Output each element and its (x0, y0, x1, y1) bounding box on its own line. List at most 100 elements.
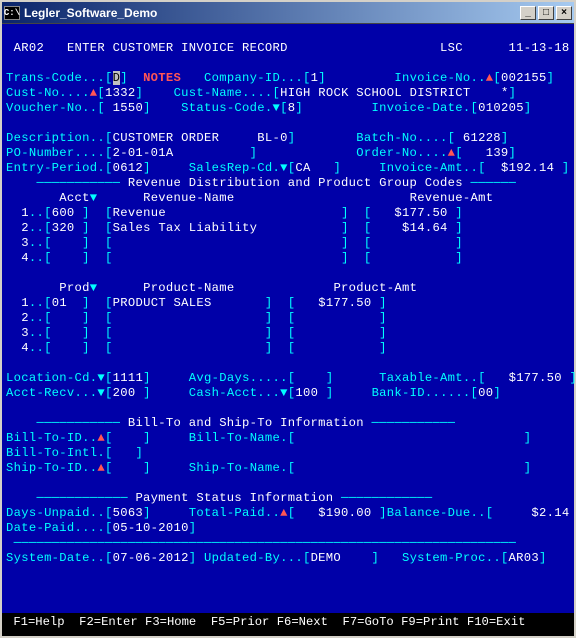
days-unpaid-label: Days-Unpaid..[ (6, 506, 113, 520)
prod-field[interactable] (52, 326, 82, 340)
fkey-f3[interactable]: F3=Home (145, 615, 196, 629)
billship-section-title: Bill-To and Ship-To Information (128, 416, 364, 430)
system-proc-label: System-Proc..[ (402, 551, 509, 565)
acct-field[interactable] (52, 236, 82, 250)
row-num: 3 (21, 326, 29, 340)
minimize-button[interactable]: _ (520, 6, 536, 20)
bill-to-id-field[interactable] (113, 431, 143, 445)
terminal-screen[interactable]: AR02 ENTER CUSTOMER INVOICE RECORD LSC 1… (2, 24, 574, 613)
prod-amt-field (295, 326, 379, 340)
batch-no-field[interactable]: 61228 (455, 131, 501, 145)
total-paid-label: Total-Paid.. (189, 506, 280, 520)
fkey-f5[interactable]: F5=Prior (211, 615, 270, 629)
rev-amt-field: $14.64 (372, 221, 456, 235)
cash-acct-field[interactable]: 100 (295, 386, 325, 400)
col-prod-name: Product-Name (143, 281, 234, 295)
company-label: Company-ID...[ (204, 71, 311, 85)
bank-id-field[interactable]: 00 (478, 386, 493, 400)
invoice-no-label: Invoice-No.. (394, 71, 485, 85)
up-icon: ▲ (97, 431, 105, 445)
col-rev-amt: Revenue-Amt (410, 191, 494, 205)
ship-to-name-field (295, 461, 523, 475)
taxable-amt-label: Taxable-Amt..[ (379, 371, 486, 385)
bill-to-name-label: Bill-To-Name.[ (189, 431, 296, 445)
po-number-field[interactable]: 2-01-01A (113, 146, 250, 160)
ship-to-name-label: Ship-To-Name.[ (189, 461, 296, 475)
ship-to-id-field[interactable] (113, 461, 143, 475)
fkey-f7[interactable]: F7=GoTo (343, 615, 394, 629)
col-prod: Prod (59, 281, 89, 295)
notes-label: NOTES (143, 71, 181, 85)
close-button[interactable]: × (556, 6, 572, 20)
prod-field[interactable] (52, 341, 82, 355)
up-icon: ▲ (280, 506, 288, 520)
system-date-field: 07-06-2012 (113, 551, 189, 565)
salesrep-label: SalesRep-Cd. (189, 161, 280, 175)
cust-no-field[interactable]: 1332 (105, 86, 135, 100)
order-no-field[interactable]: 139 (463, 146, 509, 160)
fkey-f9[interactable]: F9=Print (401, 615, 460, 629)
titlebar: C:\ Legler_Software_Demo _ □ × (2, 2, 574, 24)
entry-period-field[interactable]: 0612 (113, 161, 143, 175)
fkey-f6[interactable]: F6=Next (277, 615, 328, 629)
acct-recv-field[interactable]: 200 (113, 386, 143, 400)
fkey-f2[interactable]: F2=Enter (79, 615, 138, 629)
cust-name-field: HIGH ROCK SCHOOL DISTRICT * (280, 86, 508, 100)
voucher-no-field[interactable]: 1550 (105, 101, 143, 115)
invoice-amt-label: Invoice-Amt..[ (379, 161, 486, 175)
balance-due-label: Balance-Due..[ (387, 506, 494, 520)
updated-by-field: DEMO (311, 551, 372, 565)
cash-acct-label: Cash-Acct... (189, 386, 280, 400)
invoice-date-field[interactable]: 010205 (478, 101, 524, 115)
acct-recv-label: Acct-Recv... (6, 386, 97, 400)
po-number-label: PO-Number....[ (6, 146, 113, 160)
down-icon: ▼ (273, 101, 281, 115)
avg-days-field[interactable] (295, 371, 325, 385)
revenue-section-title: Revenue Distribution and Product Group C… (128, 176, 463, 190)
down-icon: ▼ (280, 386, 288, 400)
bill-to-intl-label: Bill-To-Intl.[ (6, 446, 113, 460)
acct-field[interactable]: 600 (52, 206, 82, 220)
acct-field[interactable]: 320 (52, 221, 82, 235)
salesrep-field[interactable]: CA (295, 161, 333, 175)
bill-to-id-label: Bill-To-ID.. (6, 431, 97, 445)
col-acct: Acct (59, 191, 89, 205)
location-cd-field[interactable]: 1111 (113, 371, 143, 385)
maximize-button[interactable]: □ (538, 6, 554, 20)
row-num: 3 (21, 236, 29, 250)
entry-period-label: Entry-Period.[ (6, 161, 113, 175)
invoice-amt-field: $192.14 (486, 161, 562, 175)
prod-name-field (113, 341, 265, 355)
status-code-label: Status-Code. (181, 101, 272, 115)
col-rev-name: Revenue-Name (143, 191, 234, 205)
description-label: Description..[ (6, 131, 113, 145)
prod-field[interactable] (52, 311, 82, 325)
rev-name-field: Sales Tax Liability (113, 221, 341, 235)
voucher-no-label: Voucher-No..[ (6, 101, 105, 115)
system-date-label: System-Date..[ (6, 551, 113, 565)
row-num: 4 (21, 251, 29, 265)
context-code: LSC (440, 41, 463, 55)
acct-field[interactable] (52, 251, 82, 265)
payment-section-title: Payment Status Information (135, 491, 333, 505)
prod-name-field: PRODUCT SALES (113, 296, 265, 310)
bill-to-intl-field[interactable] (113, 446, 136, 460)
prod-field[interactable]: 01 (52, 296, 82, 310)
prod-amt-field: $177.50 (295, 296, 379, 310)
invoice-no-field[interactable]: 002155 (501, 71, 547, 85)
row-num: 1 (21, 296, 29, 310)
rev-amt-field: $177.50 (372, 206, 456, 220)
updated-by-label: Updated-By...[ (204, 551, 311, 565)
row-num: 4 (21, 341, 29, 355)
days-unpaid-field: 5063 (113, 506, 143, 520)
prod-amt-field (295, 341, 379, 355)
cust-no-label: Cust-No.... (6, 86, 90, 100)
row-num: 2 (21, 311, 29, 325)
fkey-f10[interactable]: F10=Exit (467, 615, 526, 629)
header-date: 11-13-18 (509, 41, 570, 55)
avg-days-label: Avg-Days.....[ (189, 371, 296, 385)
description-field[interactable]: CUSTOMER ORDER BL-0 (113, 131, 288, 145)
row-num: 2 (21, 221, 29, 235)
fkey-f1[interactable]: F1=Help (13, 615, 64, 629)
up-icon: ▲ (97, 461, 105, 475)
